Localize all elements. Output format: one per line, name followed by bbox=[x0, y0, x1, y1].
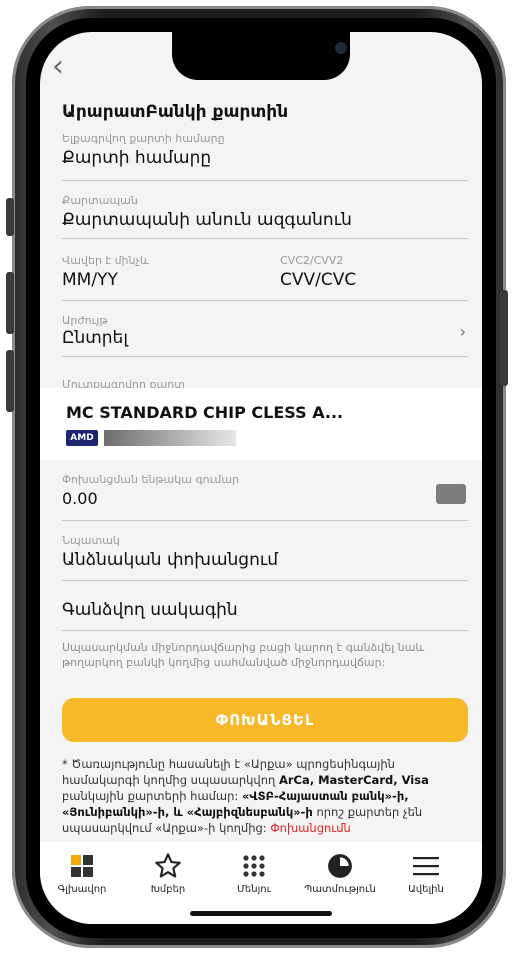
tab-label: Պատմություն bbox=[304, 884, 376, 895]
card-holder-input[interactable]: Քարտապանի անուն ազգանուն bbox=[62, 210, 468, 230]
expiry-input[interactable]: MM/YY bbox=[62, 270, 262, 290]
source-card-selector[interactable]: MC STANDARD CHIP CLESS A... AMD bbox=[40, 388, 482, 460]
tab-home[interactable]: Գլխավոր bbox=[40, 852, 124, 895]
amount-field[interactable]: Փոխանցման ենթակա գումար 0.00 bbox=[62, 473, 468, 508]
hamburger-menu-icon bbox=[384, 852, 468, 880]
card-holder-label: Քարտապան bbox=[62, 194, 138, 207]
divider bbox=[62, 630, 468, 631]
tab-label: Մենյու bbox=[237, 884, 271, 895]
side-button-silent bbox=[6, 198, 14, 236]
cvc-field[interactable]: CVC2/CVV2 CVV/CVC bbox=[280, 254, 468, 290]
tab-history[interactable]: Պատմություն bbox=[298, 852, 382, 895]
fee-title: Գանձվող սակագին bbox=[62, 600, 238, 620]
side-button-volume-up bbox=[6, 272, 14, 334]
notch bbox=[172, 32, 350, 80]
disclaimer-link[interactable]: Փոխանցումն bbox=[270, 821, 351, 835]
currency-value[interactable]: Ընտրել bbox=[62, 328, 468, 348]
card-holder-field[interactable]: Քարտապան Քարտապանի անուն ազգանուն bbox=[62, 194, 468, 230]
history-clock-icon bbox=[298, 852, 382, 880]
cvc-input[interactable]: CVV/CVC bbox=[280, 270, 468, 290]
dots-grid-icon bbox=[212, 852, 296, 880]
tab-groups[interactable]: Խմբեր bbox=[126, 852, 210, 895]
divider bbox=[62, 300, 468, 301]
purpose-value[interactable]: Անձնական փոխանցում bbox=[62, 550, 468, 570]
app-screen: ‹ ԱրարատԲանկի քարտին Ելքագրվող քարտի համ… bbox=[40, 32, 482, 924]
expiry-label: Վավեր է մինչև bbox=[62, 254, 149, 267]
bottom-tab-bar: Գլխավոր Խմբեր Մենյու Պատմություն Ավելին bbox=[40, 842, 482, 924]
divider bbox=[62, 180, 468, 181]
fee-note: Սպասարկման միջնորդավճարից բացի կարող է գ… bbox=[62, 641, 425, 669]
page-title: ԱրարատԲանկի քարտին bbox=[62, 102, 289, 122]
purpose-label: Նպատակ bbox=[62, 534, 120, 547]
card-number-label: Ելքագրվող քարտի համարը bbox=[62, 132, 225, 145]
side-button-power bbox=[500, 290, 508, 386]
masked-card-number bbox=[104, 430, 236, 446]
currency-label: Արժույթ bbox=[62, 314, 108, 327]
card-number-field[interactable]: Ելքագրվող քարտի համարը Քարտի համարը bbox=[62, 132, 468, 168]
card-number-input[interactable]: Քարտի համարը bbox=[62, 148, 468, 168]
divider bbox=[62, 356, 468, 357]
amount-label: Փոխանցման ենթակա գումար bbox=[62, 473, 240, 486]
star-icon bbox=[126, 852, 210, 880]
home-grid-icon bbox=[40, 852, 124, 880]
currency-badge: AMD bbox=[66, 430, 98, 446]
amount-toggle[interactable] bbox=[436, 484, 466, 504]
expiry-field[interactable]: Վավեր է մինչև MM/YY bbox=[62, 254, 262, 290]
disclaimer-text: * Ծառայությունը հասանելի է «Արքա» պրոցես… bbox=[62, 756, 466, 836]
divider bbox=[62, 238, 468, 239]
home-indicator[interactable] bbox=[190, 911, 332, 916]
transfer-button[interactable]: ՓՈԽԱՆՑԵԼ bbox=[62, 698, 468, 742]
tab-more[interactable]: Ավելին bbox=[384, 852, 468, 895]
tab-label: Խմբեր bbox=[150, 884, 186, 895]
source-card-name: MC STANDARD CHIP CLESS A... bbox=[66, 403, 344, 422]
tab-label: Ավելին bbox=[408, 884, 444, 895]
tab-menu[interactable]: Մենյու bbox=[212, 852, 296, 895]
chevron-right-icon[interactable]: › bbox=[460, 322, 466, 341]
purpose-field[interactable]: Նպատակ Անձնական փոխանցում bbox=[62, 534, 468, 570]
divider bbox=[62, 520, 468, 521]
side-button-volume-down bbox=[6, 350, 14, 412]
disclaimer-part: բանկային քարտերի համար: bbox=[62, 789, 242, 803]
currency-select[interactable]: Արժույթ Ընտրել bbox=[62, 314, 468, 348]
cvc-label: CVC2/CVV2 bbox=[280, 254, 344, 267]
camera-icon bbox=[335, 42, 347, 54]
divider bbox=[62, 580, 468, 581]
back-chevron-icon[interactable]: ‹ bbox=[52, 52, 64, 82]
tab-label: Գլխավոր bbox=[57, 884, 107, 895]
amount-input[interactable]: 0.00 bbox=[62, 489, 468, 508]
disclaimer-bold: ArCa, MasterCard, Visa bbox=[278, 773, 429, 787]
